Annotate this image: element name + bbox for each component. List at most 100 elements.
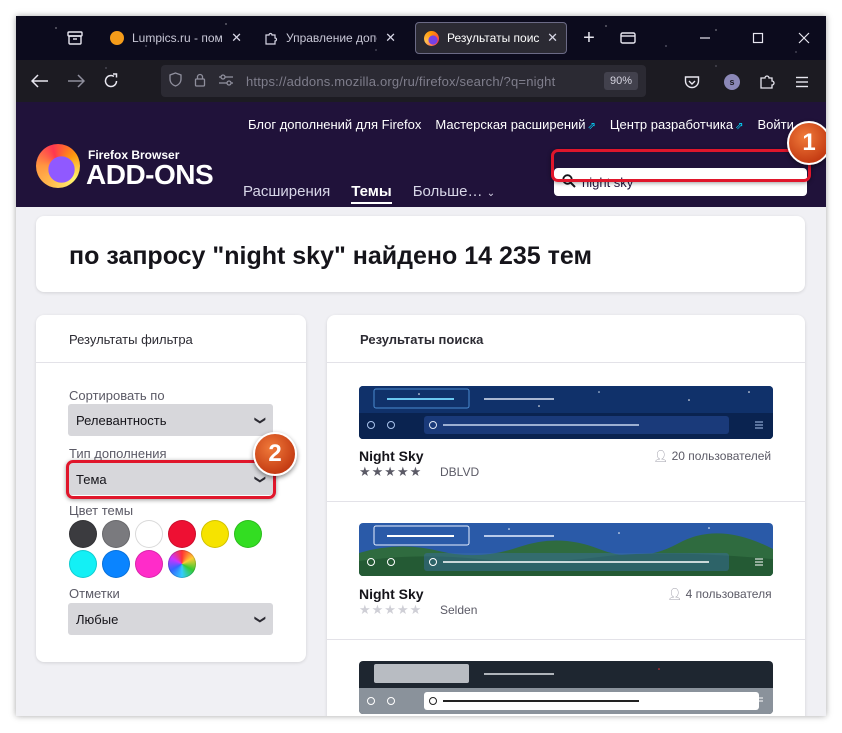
nav-more-label: Больше… <box>412 183 483 200</box>
logo-title[interactable]: ADD-ONS <box>86 159 214 191</box>
color-swatch-blue[interactable] <box>102 550 130 578</box>
divider <box>327 362 805 363</box>
badge-value: Любые <box>76 611 119 627</box>
window-close-icon[interactable] <box>795 29 813 47</box>
tab-title: Lumpics.ru - помощь <box>132 31 223 45</box>
reload-icon[interactable] <box>102 72 120 90</box>
link-label: Мастерская расширений <box>435 117 586 132</box>
user-count-text: 20 пользователей <box>671 449 772 463</box>
firefox-favicon-icon <box>424 30 439 46</box>
external-link-icon: ⇗ <box>587 121 596 132</box>
callout-badge-2: 2 <box>253 432 297 476</box>
color-swatch-gray[interactable] <box>102 520 130 548</box>
theme-preview-night-sky-1[interactable] <box>359 386 773 439</box>
developer-hub-link[interactable]: Центр разработчика ⇗ <box>610 117 744 132</box>
workshop-link[interactable]: Мастерская расширений ⇗ <box>435 117 596 132</box>
filter-panel-title: Результаты фильтра <box>69 332 193 347</box>
color-label: Цвет темы <box>69 503 134 518</box>
login-link[interactable]: Войти <box>757 117 793 132</box>
pocket-icon[interactable] <box>683 73 701 91</box>
color-swatch-black[interactable] <box>69 520 97 548</box>
tab-title: Управление дополнениями <box>286 31 377 45</box>
forward-icon[interactable] <box>66 72 86 90</box>
divider <box>327 501 805 502</box>
zoom-level[interactable]: 90% <box>603 72 638 90</box>
user-count-text: 4 пользователя <box>685 587 772 601</box>
divider <box>36 362 306 363</box>
minimize-icon[interactable] <box>696 29 714 47</box>
navigation-toolbar: https://addons.mozilla.org/ru/firefox/se… <box>16 60 826 102</box>
browser-window: Lumpics.ru - помощь ✕ Управление дополне… <box>16 16 826 716</box>
user-icon: 👤︎ <box>667 587 683 601</box>
tab-list-icon[interactable] <box>619 29 637 47</box>
firefox-logo-icon[interactable] <box>36 144 80 188</box>
user-count: 👤︎ 4 пользователя <box>667 587 772 601</box>
extensions-icon[interactable] <box>758 72 776 90</box>
header-links: Блог дополнений для Firefox Мастерская р… <box>248 117 794 132</box>
close-icon[interactable]: ✕ <box>547 30 558 46</box>
color-swatch-white[interactable] <box>135 520 163 548</box>
color-swatch-pink[interactable] <box>135 550 163 578</box>
back-icon[interactable] <box>30 72 50 90</box>
user-icon: 👤︎ <box>653 449 669 463</box>
link-label: Центр разработчика <box>609 117 734 132</box>
color-swatch-yellow[interactable] <box>201 520 229 548</box>
theme-author[interactable]: Selden <box>440 603 477 617</box>
theme-name[interactable]: Night Sky <box>359 586 424 602</box>
close-icon[interactable]: ✕ <box>231 30 242 46</box>
lock-icon[interactable] <box>194 73 206 90</box>
chevron-down-icon: ❯ <box>253 415 266 425</box>
color-swatch-red[interactable] <box>168 520 196 548</box>
search-results-panel: Результаты поиска Night Sky 👤︎ 20 пользо… <box>327 315 805 716</box>
menu-icon[interactable] <box>793 73 811 91</box>
rating-stars: ★★★★★ <box>359 602 423 617</box>
theme-author[interactable]: DBLVD <box>440 465 479 479</box>
color-swatch-cyan[interactable] <box>69 550 97 578</box>
color-swatch-green[interactable] <box>234 520 262 548</box>
badge-label: Отметки <box>69 586 120 601</box>
lumpics-favicon-icon <box>110 31 124 45</box>
nav-themes[interactable]: Темы <box>351 183 392 204</box>
close-icon[interactable]: ✕ <box>385 30 396 46</box>
nav-more[interactable]: Больше… ⌄ <box>413 183 495 204</box>
search-results-title: Результаты поиска <box>360 332 484 347</box>
puzzle-icon <box>264 31 278 45</box>
account-button[interactable]: s <box>723 73 741 91</box>
theme-name[interactable]: Night Sky <box>359 448 424 464</box>
divider <box>327 639 805 640</box>
blog-link[interactable]: Блог дополнений для Firefox <box>248 117 421 132</box>
rating-stars: ★★★★★ <box>359 464 423 479</box>
nav-extensions[interactable]: Расширения <box>243 183 330 204</box>
user-count: 👤︎ 20 пользователей <box>653 449 771 463</box>
type-select-highlight-frame <box>66 460 276 499</box>
url-text[interactable]: https://addons.mozilla.org/ru/firefox/se… <box>246 74 592 89</box>
type-label: Тип дополнения <box>69 446 167 461</box>
sort-select[interactable]: Релевантность ❯ <box>68 404 273 436</box>
theme-preview-3[interactable] <box>359 661 773 714</box>
theme-preview-night-sky-2[interactable] <box>359 523 773 576</box>
tab-search-results[interactable]: Результаты поиска ✕ <box>415 22 567 54</box>
sort-label: Сортировать по <box>69 388 165 403</box>
search-highlight-frame <box>551 149 811 182</box>
shield-icon[interactable] <box>169 72 182 90</box>
chevron-down-icon: ⌄ <box>486 188 496 199</box>
tab-overview-icon[interactable] <box>66 30 84 46</box>
url-bar[interactable]: https://addons.mozilla.org/ru/firefox/se… <box>161 65 646 97</box>
avatar: s <box>724 74 740 90</box>
tab-title: Результаты поиска <box>447 31 540 45</box>
main-nav: Расширения Темы Больше… ⌄ <box>243 183 495 204</box>
color-swatch-rainbow[interactable] <box>168 550 196 578</box>
page-title: по запросу "night sky" найдено 14 235 те… <box>69 242 592 270</box>
external-link-icon: ⇗ <box>735 121 744 132</box>
tab-lumpics[interactable]: Lumpics.ru - помощь ✕ <box>102 22 250 54</box>
callout-badge-1: 1 <box>787 121 826 165</box>
tab-strip: Lumpics.ru - помощь ✕ Управление дополне… <box>16 16 826 60</box>
sort-value: Релевантность <box>76 412 167 428</box>
new-tab-button[interactable]: + <box>580 27 598 49</box>
tab-addons-manager[interactable]: Управление дополнениями ✕ <box>256 22 404 54</box>
maximize-icon[interactable] <box>749 29 767 47</box>
permissions-icon[interactable] <box>218 73 234 89</box>
chevron-down-icon: ❯ <box>253 614 266 624</box>
badge-select[interactable]: Любые ❯ <box>68 603 273 635</box>
results-heading-card: по запросу "night sky" найдено 14 235 те… <box>36 216 805 292</box>
